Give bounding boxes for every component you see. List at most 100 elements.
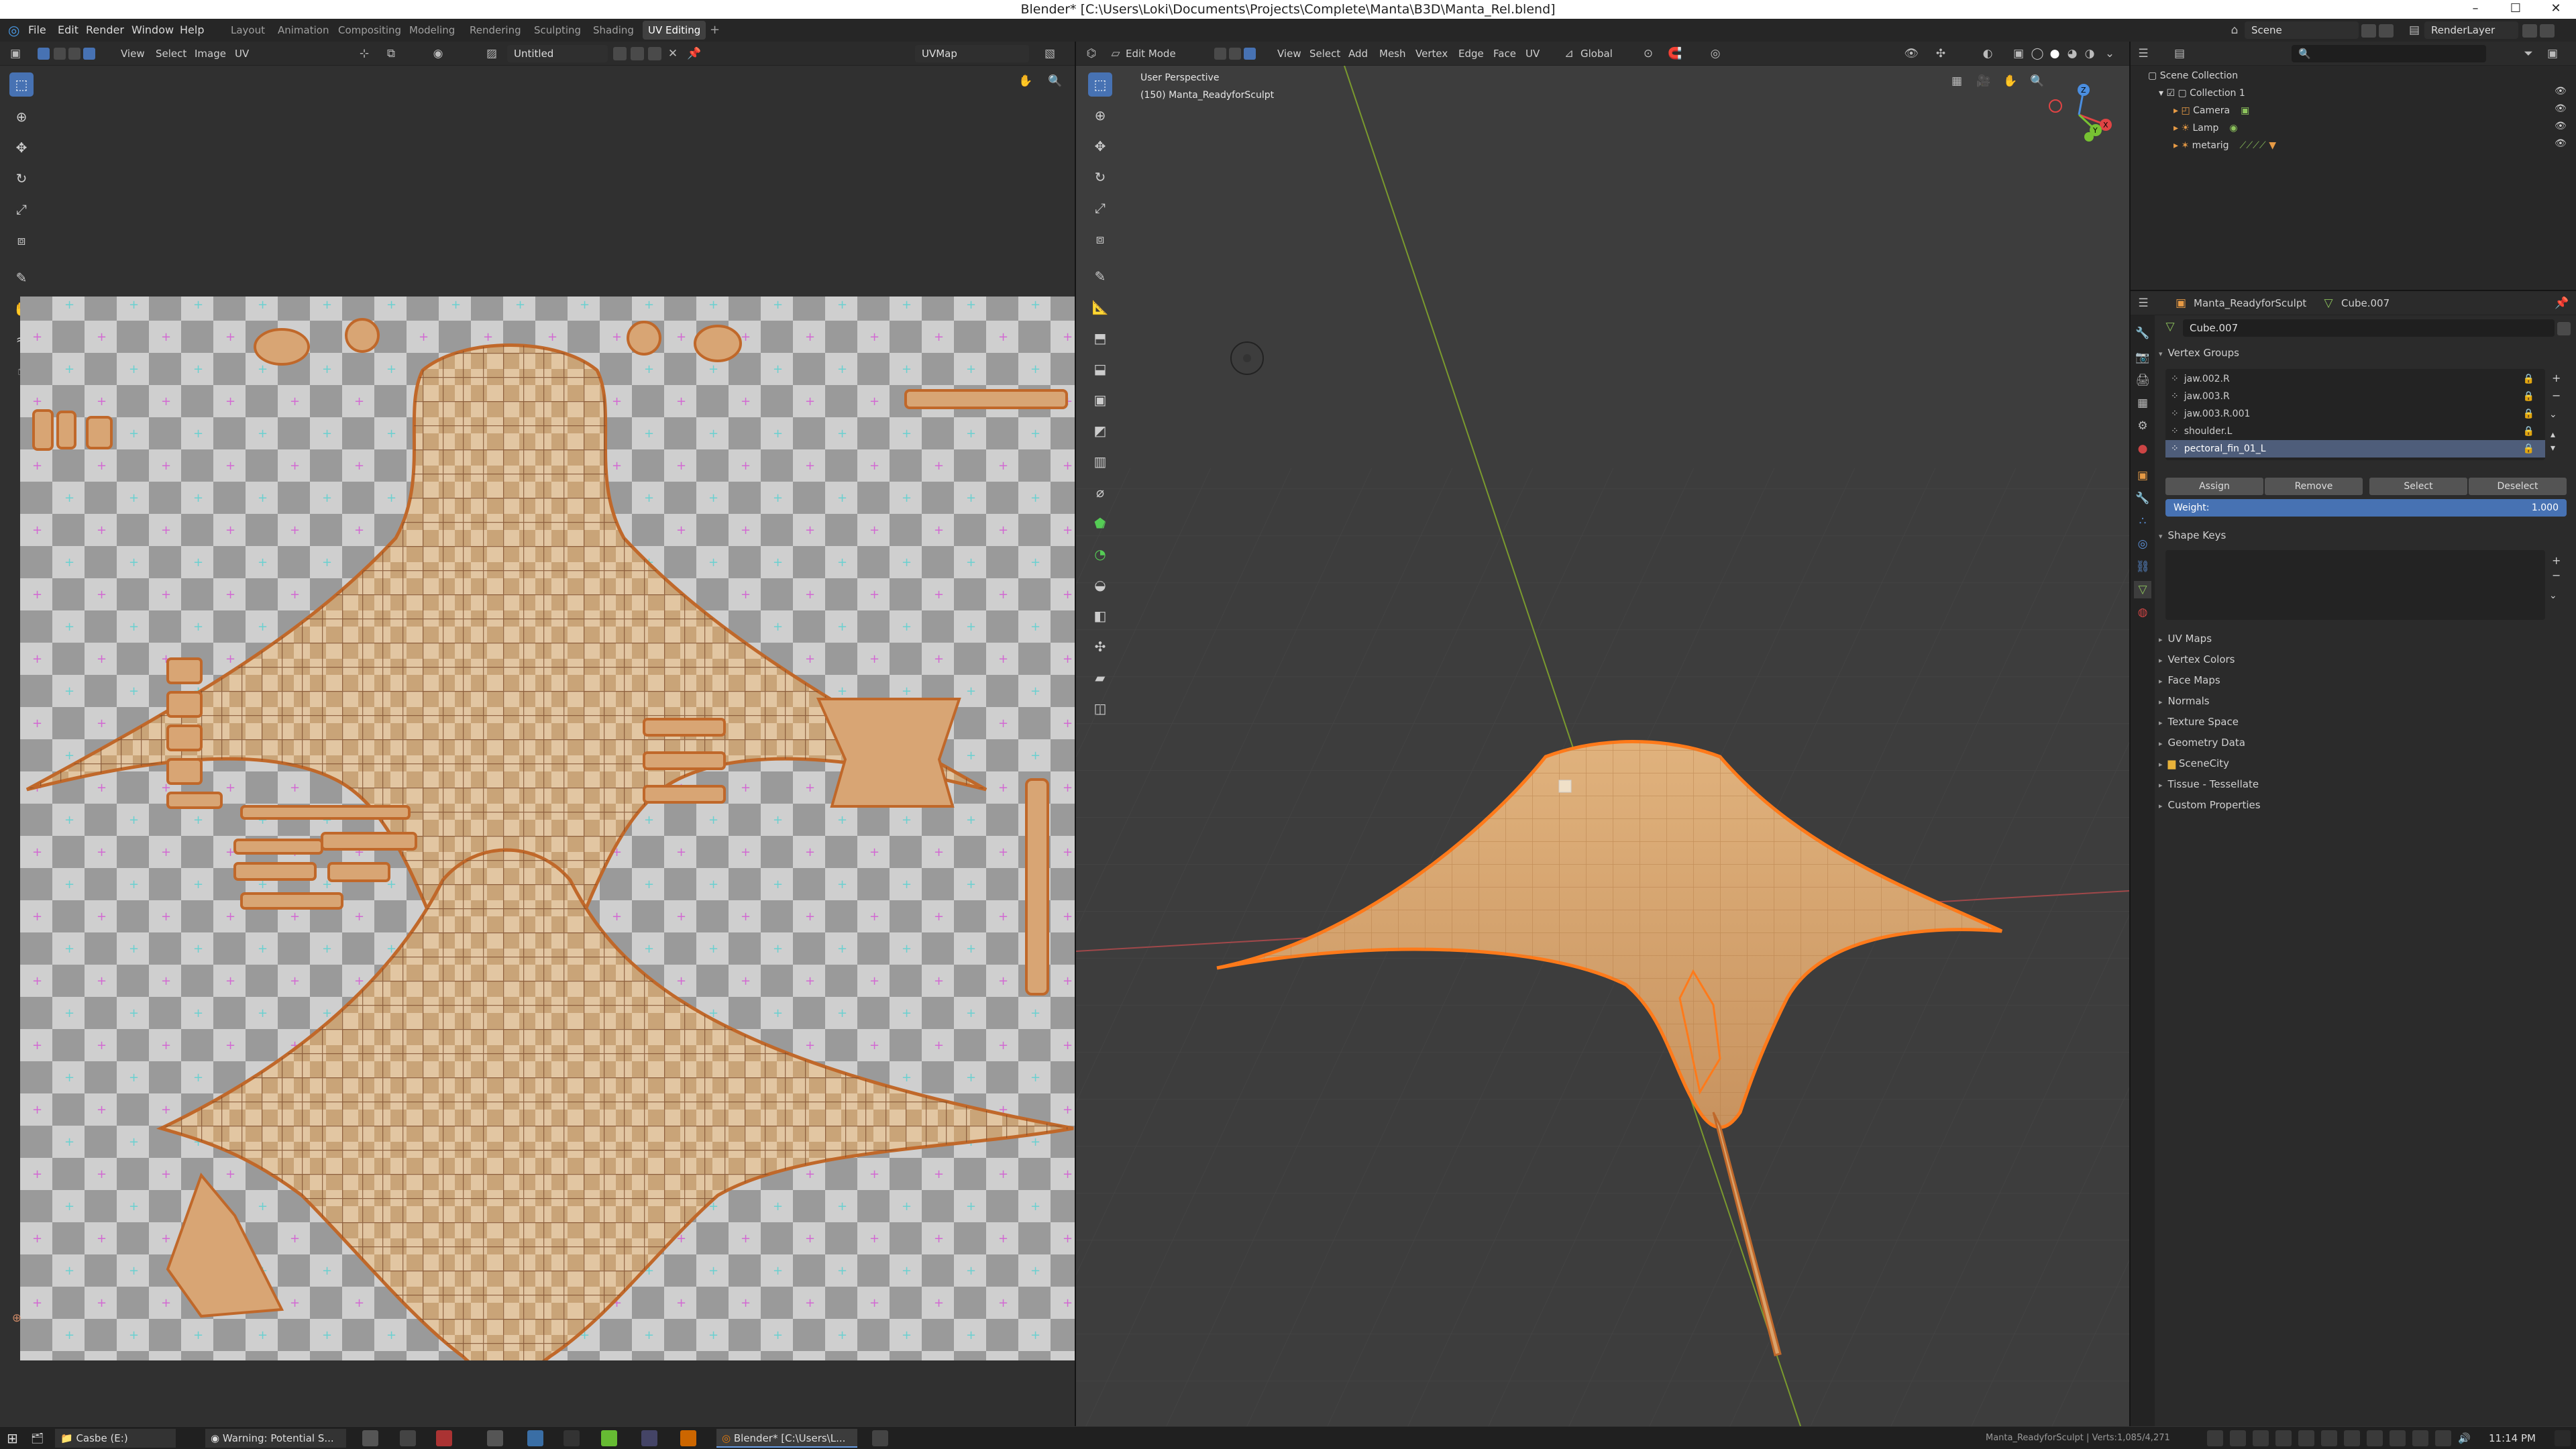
outliner-search[interactable]: 🔍: [2292, 45, 2486, 62]
outliner-type-icon[interactable]: ☰: [2135, 45, 2152, 62]
3d-viewport[interactable]: ⌬ ▱ Edit Mode View Select Add Mesh Verte…: [1076, 42, 2129, 1426]
view-layer-tab-icon[interactable]: ▦: [2134, 394, 2151, 412]
material-shading-icon[interactable]: ◕: [2063, 45, 2081, 62]
object-tab-icon[interactable]: ▣: [2134, 467, 2151, 484]
lock-icon[interactable]: 🔒: [2523, 423, 2534, 440]
view-layer-selector[interactable]: RenderLayer: [2424, 21, 2518, 39]
tray-icon[interactable]: [2275, 1430, 2292, 1446]
area-divider[interactable]: [2129, 42, 2131, 1426]
add-vertex-group-icon[interactable]: +: [2552, 372, 2561, 384]
close-button[interactable]: ✕: [2536, 0, 2576, 19]
tab-sculpting[interactable]: Sculpting: [530, 21, 585, 40]
face-select-icon[interactable]: [83, 48, 95, 60]
uv-menu-view[interactable]: View: [121, 45, 145, 62]
delete-scene-icon[interactable]: [2379, 24, 2394, 38]
display-options-icon[interactable]: ▧: [1041, 45, 1059, 62]
proportional-icon[interactable]: ◎: [1707, 45, 1724, 62]
scene-collection-row[interactable]: ▢ Scene Collection: [2148, 67, 2238, 85]
viewport-menu-vertex[interactable]: Vertex: [1415, 45, 1448, 62]
mesh-datablock-field[interactable]: Cube.007: [2183, 319, 2555, 337]
sync-selection-icon[interactable]: [38, 48, 50, 60]
modifier-tab-icon[interactable]: 🔧: [2134, 490, 2151, 507]
vertex-group-item-active[interactable]: ⁘ pectoral_fin_01_L 🔒: [2165, 440, 2545, 458]
area-divider[interactable]: [1075, 42, 1076, 1426]
app-icon-8[interactable]: [641, 1430, 657, 1446]
data-tab-icon[interactable]: ▽: [2134, 581, 2151, 598]
maximize-button[interactable]: ☐: [2496, 0, 2536, 19]
shape-keys-panel-header[interactable]: ▾ Shape Keys: [2159, 526, 2226, 545]
panel-normals[interactable]: ▸ Normals: [2159, 692, 2210, 710]
tray-icon[interactable]: [2435, 1430, 2451, 1446]
tray-icon[interactable]: [2390, 1430, 2406, 1446]
weight-slider[interactable]: Weight: 1.000: [2165, 499, 2567, 517]
constraints-tab-icon[interactable]: ⛓: [2134, 558, 2151, 576]
tray-icon[interactable]: [2344, 1430, 2360, 1446]
world-tab-icon[interactable]: ●: [2134, 440, 2151, 458]
scene-selector[interactable]: Scene: [2245, 21, 2359, 39]
menu-render[interactable]: Render: [86, 19, 124, 42]
select-button[interactable]: Select: [2369, 478, 2467, 495]
vertex-group-specials-icon[interactable]: ⌄: [2549, 409, 2557, 420]
viewport-menu-edge[interactable]: Edge: [1458, 45, 1484, 62]
visibility-icon[interactable]: 👁: [1902, 45, 1920, 62]
start-icon[interactable]: ⊞: [7, 1429, 18, 1448]
open-image-icon[interactable]: [648, 47, 661, 60]
pin-properties-icon[interactable]: 📌: [2553, 294, 2571, 312]
collection-row[interactable]: ▾ ☑ ▢ Collection 1: [2159, 85, 2245, 102]
render-tab-icon[interactable]: 📷: [2134, 349, 2151, 366]
lock-icon[interactable]: 🔒: [2523, 405, 2534, 423]
assign-button[interactable]: Assign: [2165, 478, 2263, 495]
vertex-groups-panel-header[interactable]: ▾ Vertex Groups: [2159, 343, 2239, 362]
camera-visibility-icon[interactable]: 👁: [2555, 103, 2567, 114]
display-mode-icon[interactable]: ▤: [2171, 45, 2188, 62]
vertex-group-item[interactable]: ⁘ jaw.003.R 🔒: [2165, 388, 2545, 405]
shape-key-list[interactable]: [2165, 550, 2545, 620]
volume-icon[interactable]: 🔊: [2458, 1429, 2471, 1448]
viewport-menu-view[interactable]: View: [1277, 45, 1301, 62]
lock-icon[interactable]: 🔒: [2523, 440, 2534, 458]
tray-icon[interactable]: [2298, 1430, 2314, 1446]
metarig-visibility-icon[interactable]: 👁: [2555, 138, 2567, 149]
tab-animation[interactable]: Animation: [274, 21, 333, 40]
output-tab-icon[interactable]: 🖨: [2134, 372, 2151, 389]
menu-help[interactable]: Help: [180, 19, 204, 42]
panel-custom-properties[interactable]: ▸ Custom Properties: [2159, 796, 2261, 814]
app-icon-7[interactable]: [601, 1430, 617, 1446]
panel-scenecity[interactable]: ▸ ▆ SceneCity: [2159, 754, 2229, 773]
outliner-item-lamp[interactable]: ▸ ☀ Lamp ◉: [2174, 119, 2238, 137]
move-down-icon[interactable]: ▾: [2551, 443, 2555, 453]
duplicate-image-icon[interactable]: [631, 47, 644, 60]
app-icon-2[interactable]: [400, 1430, 416, 1446]
panel-uv-maps[interactable]: ▸ UV Maps: [2159, 629, 2212, 648]
image-name-field[interactable]: Untitled: [507, 45, 608, 62]
app-icon-4[interactable]: [487, 1430, 503, 1446]
uv-menu-select[interactable]: Select: [156, 45, 186, 62]
pivot-icon[interactable]: ⊹: [356, 45, 373, 62]
delete-view-layer-icon[interactable]: [2540, 24, 2555, 38]
move-up-icon[interactable]: ▴: [2551, 429, 2555, 440]
vertex-group-item[interactable]: ⁘ shoulder.L 🔒: [2165, 423, 2545, 440]
viewport-menu-mesh[interactable]: Mesh: [1379, 45, 1406, 62]
shape-key-specials-icon[interactable]: ⌄: [2549, 590, 2557, 601]
blender-logo-icon[interactable]: ◎: [8, 19, 19, 42]
add-workspace-button[interactable]: +: [706, 21, 724, 40]
taskbar-item-explorer[interactable]: 📁 Casbe (E:): [55, 1429, 176, 1448]
vertex-group-list[interactable]: ⁘ jaw.002.R 🔒 ⁘ jaw.003.R 🔒 ⁘ jaw.003.R.001 🔒 …: [2165, 369, 2545, 460]
new-scene-icon[interactable]: [2361, 24, 2376, 38]
tray-icon[interactable]: [2230, 1430, 2246, 1446]
properties-type-icon[interactable]: ☰: [2135, 294, 2152, 312]
outliner-item-camera[interactable]: ▸ ◰ Camera ▣: [2174, 102, 2249, 119]
select-tool-icon[interactable]: ⬚: [9, 72, 34, 97]
app-icon-9[interactable]: [680, 1430, 696, 1446]
notification-icon[interactable]: [2555, 1430, 2571, 1446]
unlink-image-icon[interactable]: ✕: [664, 45, 682, 62]
app-icon-1[interactable]: [362, 1430, 378, 1446]
new-collection-icon[interactable]: ▣: [2544, 45, 2561, 62]
scale-tool-icon[interactable]: ⤢: [9, 197, 34, 221]
tab-compositing[interactable]: Compositing: [334, 21, 405, 40]
taskbar-item-blender[interactable]: ◎ Blender* [C:\Users\L...: [716, 1429, 857, 1448]
vertex-group-item[interactable]: ⁘ jaw.003.R.001 🔒: [2165, 405, 2545, 423]
app-icon-10[interactable]: [872, 1430, 888, 1446]
move-tool-icon[interactable]: ✥: [9, 136, 34, 160]
lock-icon[interactable]: 🔒: [2523, 388, 2534, 405]
